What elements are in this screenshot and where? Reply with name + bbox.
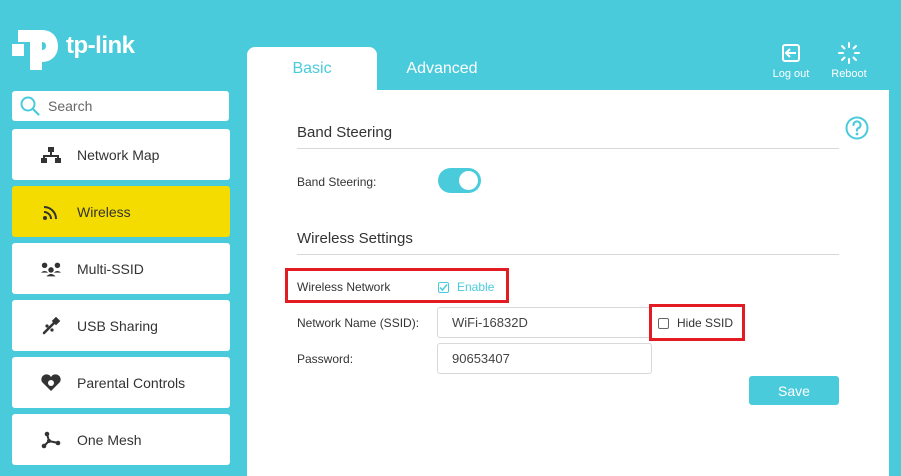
band-steering-label: Band Steering: [297, 175, 377, 189]
sidebar-item-one-mesh[interactable]: One Mesh [12, 414, 230, 465]
save-button[interactable]: Save [749, 376, 839, 405]
brand-name: tp-link [66, 32, 135, 59]
mesh-icon [40, 429, 62, 451]
band-steering-title: Band Steering [297, 124, 393, 141]
sidebar-item-label: Multi-SSID [77, 260, 144, 277]
tab-basic[interactable]: Basic [247, 47, 377, 90]
hide-ssid-label: Hide SSID [677, 316, 734, 330]
sidebar-item-parental-controls[interactable]: Parental Controls [12, 357, 230, 408]
help-icon[interactable] [845, 116, 869, 145]
hide-ssid-checkbox[interactable]: Hide SSID [658, 316, 733, 330]
checkbox-checked-icon [438, 281, 449, 293]
password-label: Password: [297, 352, 354, 366]
logout-label: Log out [772, 68, 810, 80]
top-actions: Log out Reboot [762, 42, 878, 80]
logout-button[interactable]: Log out [762, 42, 820, 80]
wireless-network-label: Wireless Network [297, 280, 391, 294]
reboot-label: Reboot [831, 68, 867, 80]
checkbox-unchecked-icon [658, 317, 669, 329]
ssid-input[interactable] [437, 307, 652, 338]
sidebar-item-wireless[interactable]: Wireless [12, 186, 230, 237]
reboot-button[interactable]: Reboot [820, 42, 878, 80]
sidebar-item-label: Parental Controls [77, 374, 186, 391]
search-box[interactable] [12, 91, 229, 121]
network-map-icon [40, 144, 62, 166]
multi-ssid-icon [40, 258, 62, 280]
wireless-settings-title: Wireless Settings [297, 230, 413, 247]
wifi-icon [40, 201, 62, 223]
sidebar-item-label: Network Map [77, 146, 160, 163]
enable-label: Enable [457, 280, 495, 294]
ssid-label: Network Name (SSID): [297, 316, 420, 330]
heart-icon [40, 372, 62, 394]
tp-link-logo: tp-link [12, 20, 135, 72]
usb-icon [40, 315, 62, 337]
tab-advanced[interactable]: Advanced [377, 47, 507, 90]
main-tabs: Basic Advanced [247, 47, 507, 90]
search-input[interactable] [46, 97, 220, 115]
sidebar-nav: Network Map Wireless Multi-SSID USB Shar… [12, 129, 230, 471]
section-divider [297, 148, 839, 149]
section-divider [297, 254, 839, 255]
reboot-icon [838, 42, 860, 64]
sidebar-item-label: Wireless [77, 203, 131, 220]
search-icon [20, 96, 40, 116]
logout-icon [781, 42, 801, 64]
main-panel: Band Steering Band Steering: Wireless Se… [247, 90, 889, 476]
sidebar-item-network-map[interactable]: Network Map [12, 129, 230, 180]
sidebar-item-multi-ssid[interactable]: Multi-SSID [12, 243, 230, 294]
sidebar-item-label: USB Sharing [77, 317, 158, 334]
sidebar-item-usb-sharing[interactable]: USB Sharing [12, 300, 230, 351]
password-input[interactable] [437, 343, 652, 374]
sidebar-item-label: One Mesh [77, 431, 142, 448]
band-steering-toggle[interactable] [438, 168, 481, 193]
enable-checkbox[interactable]: Enable [438, 280, 494, 294]
tp-link-logo-icon [12, 30, 58, 70]
